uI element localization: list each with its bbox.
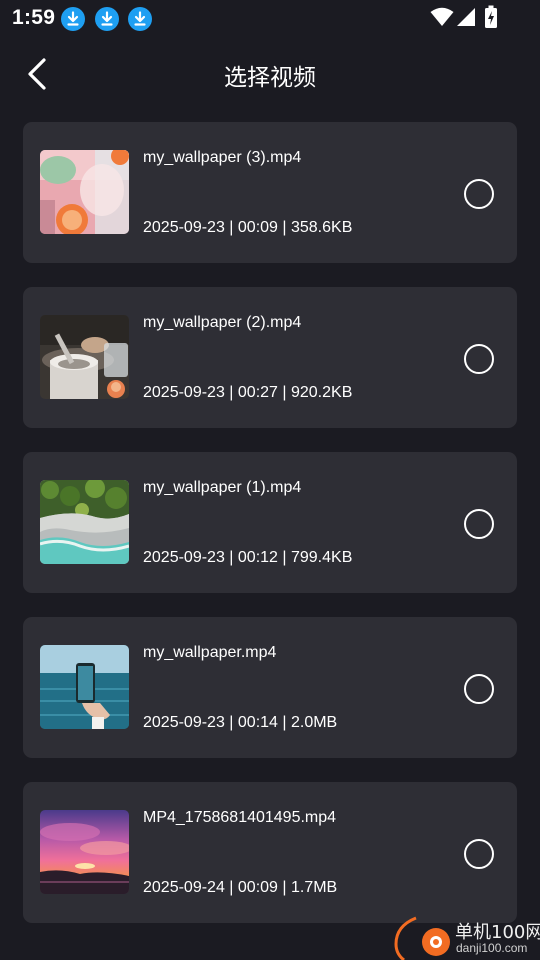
- video-list: my_wallpaper (3).mp4 2025-09-23 | 00:09 …: [23, 122, 517, 947]
- battery-charging-icon: [485, 5, 497, 28]
- signal-icon: [457, 8, 475, 26]
- status-time: 1:59: [12, 6, 56, 29]
- video-file-meta: 2025-09-24 | 00:09 | 1.7MB: [143, 879, 338, 896]
- video-file-name: my_wallpaper.mp4: [143, 644, 277, 661]
- page-title: 选择视频: [224, 64, 316, 90]
- select-radio-button[interactable]: [464, 179, 494, 209]
- video-file-meta: 2025-09-23 | 00:12 | 799.4KB: [143, 549, 353, 566]
- video-list-item[interactable]: MP4_1758681401495.mp4 2025-09-24 | 00:09…: [23, 782, 517, 923]
- download-icon: [128, 7, 152, 31]
- sunset-sky-thumbnail: [40, 810, 129, 894]
- video-list-item[interactable]: my_wallpaper (2).mp4 2025-09-23 | 00:27 …: [23, 287, 517, 428]
- select-radio-button[interactable]: [464, 839, 494, 869]
- header-bar: 选择视频: [0, 36, 540, 110]
- select-radio-button[interactable]: [464, 674, 494, 704]
- video-file-name: my_wallpaper (3).mp4: [143, 149, 302, 166]
- video-file-meta: 2025-09-23 | 00:09 | 358.6KB: [143, 219, 353, 236]
- video-list-item[interactable]: my_wallpaper (1).mp4 2025-09-23 | 00:12 …: [23, 452, 517, 593]
- video-file-name: my_wallpaper (1).mp4: [143, 479, 302, 496]
- video-list-item[interactable]: my_wallpaper (3).mp4 2025-09-23 | 00:09 …: [23, 122, 517, 263]
- status-bar: 1:59: [0, 0, 540, 36]
- wifi-icon: [430, 7, 454, 26]
- watermark-url: danji100.com: [456, 941, 528, 955]
- watermark-logo-icon: [394, 916, 450, 960]
- watermark: 单机100网 danji100.com: [390, 914, 540, 960]
- video-file-meta: 2025-09-23 | 00:27 | 920.2KB: [143, 384, 353, 401]
- select-radio-button[interactable]: [464, 344, 494, 374]
- download-icon: [61, 7, 85, 31]
- video-list-item[interactable]: my_wallpaper.mp4 2025-09-23 | 00:14 | 2.…: [23, 617, 517, 758]
- phone-ocean-thumbnail: [40, 645, 129, 729]
- drink-glass-thumbnail: [40, 150, 129, 234]
- video-file-name: my_wallpaper (2).mp4: [143, 314, 302, 331]
- aerial-coast-thumbnail: [40, 480, 129, 564]
- download-icon: [95, 7, 119, 31]
- video-file-name: MP4_1758681401495.mp4: [143, 809, 337, 826]
- video-file-meta: 2025-09-23 | 00:14 | 2.0MB: [143, 714, 338, 731]
- select-radio-button[interactable]: [464, 509, 494, 539]
- mortar-kitchen-thumbnail: [40, 315, 129, 399]
